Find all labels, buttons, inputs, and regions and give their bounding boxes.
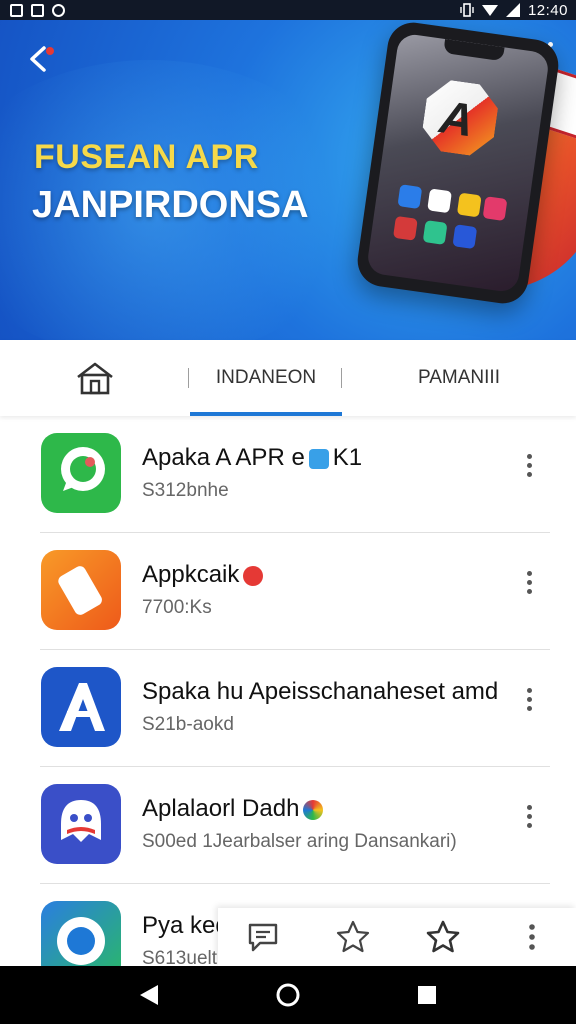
more-dot: [526, 697, 532, 702]
app-title-text: Apaka A APR e: [142, 444, 305, 471]
phone-app-icon: [456, 192, 482, 218]
app-badge-text: K1: [332, 444, 363, 471]
phone-app-icon: [392, 215, 418, 241]
more-dot: [526, 589, 532, 594]
phone-app-icon: [452, 224, 478, 250]
more-dot: [526, 814, 532, 819]
status-left-icons: [10, 3, 65, 17]
signal-icon: [505, 3, 520, 17]
tab-bar: INDANEON PAMANIII: [0, 340, 576, 416]
recents-square-icon: [417, 986, 436, 1004]
more-options-button[interactable]: [524, 571, 534, 597]
more-dot: [526, 688, 532, 693]
more-options-button[interactable]: [524, 454, 534, 480]
hero-banner: FUSEAN APR JANPIRDONSA A: [0, 20, 576, 340]
phone-notch: [443, 39, 505, 62]
nav-home-button[interactable]: [268, 975, 308, 1015]
badge-icon: [243, 565, 264, 586]
more-options-button[interactable]: [524, 805, 534, 831]
more-dot: [526, 472, 532, 477]
status-right-icons: 12:40: [460, 2, 568, 19]
app-subtitle: 7700:Ks: [142, 597, 212, 618]
tab-pamaniii[interactable]: PAMANIII: [342, 340, 576, 416]
notification-dot: [46, 47, 54, 55]
app-title-text: Appkcaik: [142, 561, 240, 588]
app-title: Pya ked: [142, 912, 229, 939]
message-icon: [248, 923, 278, 952]
tab-home[interactable]: [0, 340, 190, 416]
app-subtitle: S312bnhe: [142, 480, 229, 501]
tag-icon: [41, 550, 121, 630]
hero-title-line-1: FUSEAN APR: [34, 138, 259, 176]
mascot-icon: [41, 784, 121, 864]
star-outline-icon: [336, 920, 370, 953]
back-button[interactable]: [24, 42, 60, 78]
list-item[interactable]: Apaka A APR e K1 S312bnhe: [0, 416, 576, 533]
app-title: Apaka A APR e K1: [142, 444, 362, 472]
nav-back-button[interactable]: [129, 975, 169, 1015]
vibrate-icon: [460, 3, 474, 17]
phone-app-icon: [422, 220, 448, 245]
more-dot: [526, 805, 532, 810]
home-icon: [77, 362, 113, 395]
more-vertical-icon: [529, 924, 535, 950]
more-dot: [526, 706, 532, 711]
bottom-action-bar: [218, 908, 576, 966]
wifi-icon: [481, 5, 498, 16]
app-screen: 12:40 FUSEAN APR JANPIRDONSA A INDANEON …: [0, 0, 576, 1024]
star-icon: [426, 920, 460, 953]
back-triangle-icon: [140, 985, 159, 1005]
phone-screen: A: [365, 32, 551, 294]
app-title-text: Aplalaorl Dadh: [142, 795, 300, 822]
more-dot: [526, 463, 532, 468]
tab-divider: [188, 368, 189, 388]
tab-indaneon[interactable]: INDANEON: [190, 340, 342, 416]
badge-icon: [303, 799, 324, 820]
app-subtitle: S00ed 1Jearbalser aring Dansankari): [142, 831, 457, 852]
list-item[interactable]: Spaka hu Apeisschanaheset amd S21b-aokd: [0, 650, 576, 767]
chat-bubble-icon: [41, 433, 121, 513]
badge-icon: [308, 448, 329, 469]
list-item[interactable]: Appkcaik 7700:Ks: [0, 533, 576, 650]
status-time: 12:40: [527, 1, 568, 19]
phone-app-icon: [427, 188, 452, 214]
photo-icon: [31, 3, 44, 17]
status-bar: 12:40: [0, 0, 576, 20]
nav-recents-button[interactable]: [407, 975, 447, 1015]
app-title: Aplalaorl Dadh: [142, 795, 327, 823]
more-dot: [526, 454, 532, 459]
action-more-button[interactable]: [488, 908, 576, 966]
more-dot: [526, 823, 532, 828]
app-subtitle: S21b-aokd: [142, 714, 234, 735]
home-circle-icon: [276, 983, 300, 1007]
app-title: Appkcaik: [142, 561, 267, 589]
phone-app-icon: [397, 184, 423, 210]
hero-title-line-2: JANPIRDONSA: [32, 184, 309, 226]
more-options-button[interactable]: [524, 688, 534, 714]
more-dot: [526, 580, 532, 585]
phone-app-icon: [482, 196, 508, 222]
app-title: Spaka hu Apeisschanaheset amd: [142, 678, 499, 705]
more-dot: [526, 571, 532, 576]
list-item[interactable]: Aplalaorl Dadh S00ed 1Jearbalser aring D…: [0, 767, 576, 884]
system-nav-bar: [0, 966, 576, 1024]
letter-a-icon: [41, 667, 121, 747]
record-icon: [52, 3, 65, 17]
hero-phone-illustration: A: [354, 20, 562, 307]
message-button[interactable]: [218, 908, 308, 966]
notification-icon: [10, 3, 23, 17]
favorite-button[interactable]: [398, 908, 488, 966]
favorite-outline-button[interactable]: [308, 908, 398, 966]
